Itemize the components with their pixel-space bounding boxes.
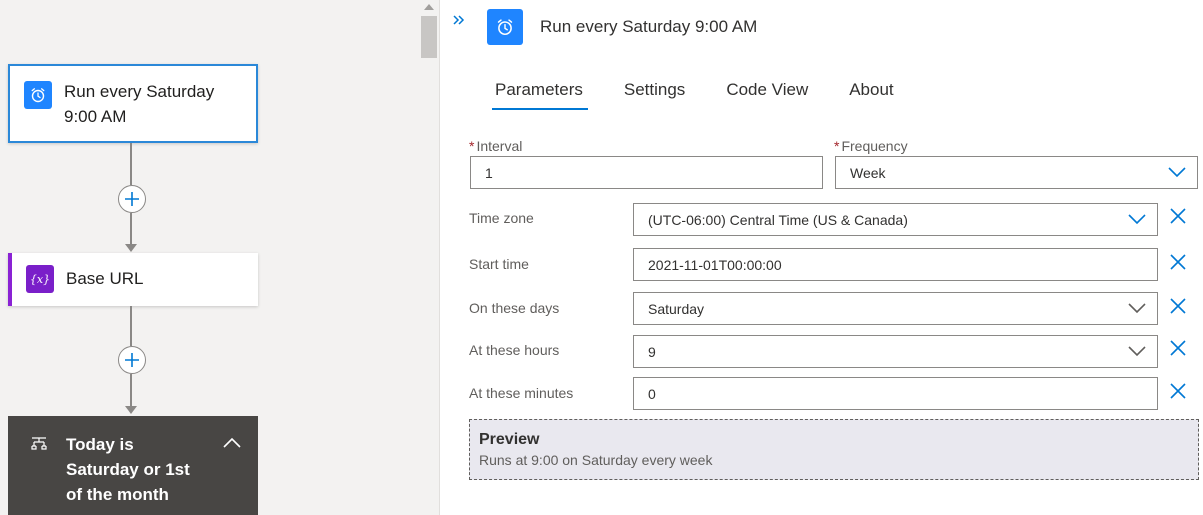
add-step-button[interactable]	[118, 346, 146, 374]
preview-title: Preview	[479, 431, 540, 448]
chevron-down-icon	[1127, 212, 1147, 229]
interval-label-text: Interval	[476, 138, 523, 154]
clear-at-these-hours-close-icon[interactable]	[1169, 339, 1187, 357]
trigger-card-title: Run every Saturday 9:00 AM	[64, 82, 215, 126]
required-star: *	[834, 138, 840, 154]
condition-card-title: Today is Saturday or 1st of the month	[66, 435, 190, 504]
variable-card[interactable]: {x} Base URL	[8, 253, 258, 306]
arrow-down-icon	[125, 406, 137, 414]
plus-icon	[125, 192, 139, 206]
clear-time-zone-close-icon[interactable]	[1169, 207, 1187, 225]
at-these-minutes-label: At these minutes	[469, 385, 574, 401]
start-time-label: Start time	[469, 256, 529, 272]
tab-settings[interactable]: Settings	[614, 78, 695, 110]
at-these-hours-label: At these hours	[469, 342, 560, 358]
time-zone-value: (UTC-06:00) Central Time (US & Canada)	[648, 211, 908, 228]
trigger-card[interactable]: Run every Saturday 9:00 AM	[8, 64, 258, 143]
alarm-clock-icon	[487, 9, 523, 45]
scroll-up-arrow-icon[interactable]	[424, 4, 434, 10]
frequency-label-text: Frequency	[841, 138, 908, 154]
connector-line	[130, 213, 132, 245]
chevron-down-icon	[1127, 344, 1147, 361]
on-these-days-dropdown[interactable]: Saturday	[633, 292, 1158, 325]
at-these-minutes-input[interactable]: 0	[633, 377, 1158, 410]
required-star: *	[469, 138, 475, 154]
time-zone-dropdown[interactable]: (UTC-06:00) Central Time (US & Canada)	[633, 203, 1158, 236]
clear-on-these-days-close-icon[interactable]	[1169, 297, 1187, 315]
alarm-clock-icon	[24, 81, 52, 109]
panel-title: Run every Saturday 9:00 AM	[540, 17, 758, 36]
vertical-scrollbar[interactable]	[418, 0, 440, 515]
connector-line	[130, 374, 132, 407]
connector-line	[130, 306, 132, 346]
tab-parameters[interactable]: Parameters	[485, 78, 593, 110]
start-time-input[interactable]: 2021-11-01T00:00:00	[633, 248, 1158, 281]
at-these-hours-value: 9	[648, 343, 656, 360]
chevron-down-icon	[1127, 301, 1147, 318]
schedule-preview: Preview Runs at 9:00 on Saturday every w…	[469, 419, 1199, 480]
chevron-down-icon	[1167, 165, 1187, 182]
svg-text:{x}: {x}	[30, 273, 50, 286]
clear-start-time-close-icon[interactable]	[1169, 253, 1187, 271]
interval-input[interactable]: 1	[470, 156, 823, 189]
panel-tabs: Parameters Settings Code View About	[485, 78, 925, 110]
frequency-dropdown[interactable]: Week	[835, 156, 1198, 189]
variable-icon: {x}	[26, 265, 54, 293]
time-zone-label: Time zone	[469, 210, 534, 226]
on-these-days-value: Saturday	[648, 300, 705, 317]
details-panel: Run every Saturday 9:00 AM Parameters Se…	[441, 0, 1203, 515]
preview-text: Runs at 9:00 on Saturday every week	[479, 452, 713, 468]
on-these-days-label: On these days	[469, 300, 560, 316]
interval-label: * Interval	[469, 138, 522, 154]
variable-card-title: Base URL	[66, 269, 144, 288]
condition-card[interactable]: Today is Saturday or 1st of the month	[8, 416, 258, 515]
double-chevron-right-icon[interactable]	[451, 12, 467, 33]
add-step-button[interactable]	[118, 185, 146, 213]
scrollbar-thumb[interactable]	[421, 16, 437, 58]
arrow-down-icon	[125, 244, 137, 252]
tab-code-view[interactable]: Code View	[716, 78, 818, 110]
interval-value: 1	[485, 164, 493, 181]
clear-at-these-minutes-close-icon[interactable]	[1169, 382, 1187, 400]
connector-line	[130, 143, 132, 185]
condition-icon	[30, 435, 48, 458]
at-these-hours-dropdown[interactable]: 9	[633, 335, 1158, 368]
frequency-label: * Frequency	[834, 138, 908, 154]
start-time-value: 2021-11-01T00:00:00	[648, 256, 782, 273]
frequency-value: Week	[850, 164, 886, 181]
at-these-minutes-value: 0	[648, 385, 656, 402]
chevron-up-icon[interactable]	[222, 436, 242, 454]
plus-icon	[125, 353, 139, 367]
tab-about[interactable]: About	[839, 78, 903, 110]
designer-canvas: Run every Saturday 9:00 AM {x} Base URL …	[0, 0, 440, 515]
